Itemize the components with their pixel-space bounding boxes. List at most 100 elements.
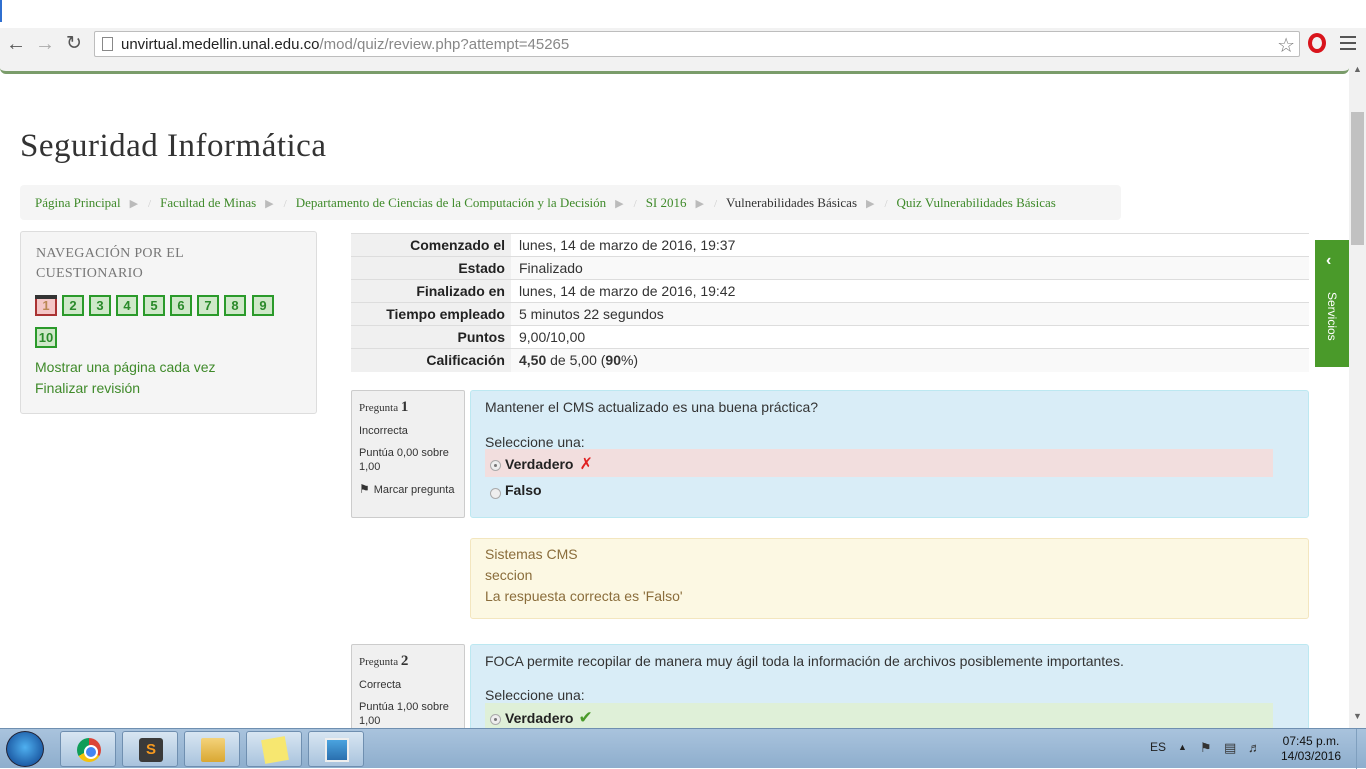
answer-option-false[interactable]: Falso — [485, 477, 1273, 505]
summary-row: Comenzado el lunes, 14 de marzo de 2016, … — [351, 233, 1309, 257]
summary-row: Puntos 9,00/10,00 — [351, 325, 1309, 349]
summary-label: Comenzado el — [351, 233, 511, 257]
question-text: FOCA permite recopilar de manera muy ági… — [485, 653, 1124, 669]
scroll-down-arrow-icon[interactable]: ▼ — [1353, 711, 1362, 721]
quiz-nav-button-4[interactable]: 4 — [116, 295, 138, 316]
breadcrumb-separator-icon: ▶ / — [866, 198, 888, 210]
flag-question-link[interactable]: ⚑ Marcar pregunta — [359, 482, 457, 497]
forward-arrow-icon[interactable]: → — [33, 32, 57, 56]
taskbar-paint[interactable] — [308, 731, 364, 767]
quiz-nav-button-3[interactable]: 3 — [89, 295, 111, 316]
reload-icon[interactable]: ↻ — [62, 32, 86, 56]
chrome-icon — [77, 738, 101, 762]
address-bar[interactable]: unvirtual.medellin.unal.edu.co/mod/quiz/… — [94, 31, 1300, 57]
back-arrow-icon[interactable]: ← — [4, 32, 28, 56]
window-edge — [0, 0, 2, 22]
finish-review-link[interactable]: Finalizar revisión — [35, 378, 216, 399]
hamburger-menu-icon[interactable] — [1340, 36, 1356, 52]
breadcrumb-home[interactable]: Página Principal — [35, 195, 121, 210]
network-icon[interactable]: ▤ — [1224, 741, 1238, 755]
start-button[interactable] — [6, 731, 44, 767]
answer-label: Verdadero — [505, 456, 574, 472]
taskbar-sticky-notes[interactable] — [246, 731, 302, 767]
scrollbar-thumb[interactable] — [1351, 112, 1364, 245]
question-prompt: Seleccione una: — [485, 687, 585, 703]
summary-label: Finalizado en — [351, 279, 511, 303]
page-icon — [102, 37, 113, 51]
language-indicator[interactable]: ES — [1150, 740, 1166, 754]
taskbar-explorer[interactable] — [184, 731, 240, 767]
url-path: /mod/quiz/review.php?attempt=45265 — [319, 36, 570, 53]
breadcrumb-quiz[interactable]: Quiz Vulnerabilidades Básicas — [897, 195, 1056, 210]
summary-value: Finalizado — [511, 256, 1309, 280]
windows-taskbar: ES ▲ ⚑ ▤ ♬ 07:45 p.m. 14/03/2016 — [0, 728, 1366, 769]
quiz-nav-button-2[interactable]: 2 — [62, 295, 84, 316]
breadcrumb-separator-icon: ▶ / — [129, 198, 152, 210]
breadcrumb-separator-icon: ▶ / — [265, 198, 287, 210]
url-text[interactable]: unvirtual.medellin.unal.edu.co/mod/quiz/… — [121, 36, 569, 53]
opera-extension-icon[interactable] — [1308, 33, 1326, 53]
servicios-side-tab[interactable]: ‹ Servicios — [1315, 240, 1349, 367]
breadcrumb-department[interactable]: Departamento de Ciencias de la Computaci… — [296, 195, 606, 210]
answer-label: Verdadero — [505, 710, 574, 726]
quiz-nav-button-10[interactable]: 10 — [35, 327, 57, 348]
question-state: Correcta — [359, 679, 402, 691]
url-domain: unvirtual.medellin.unal.edu.co — [121, 36, 320, 53]
grade-score: 4,50 — [519, 352, 547, 369]
page-scrollbar[interactable]: ▲ ▼ — [1349, 60, 1366, 728]
answer-option-true[interactable]: Verdadero ✔ — [485, 703, 1273, 728]
radio-button[interactable] — [490, 488, 501, 499]
show-desktop-button[interactable] — [1356, 729, 1366, 769]
question-1-content: Mantener el CMS actualizado es una buena… — [470, 390, 1309, 518]
quiz-nav-button-6[interactable]: 6 — [170, 295, 192, 316]
action-center-flag-icon[interactable]: ⚑ — [1200, 741, 1214, 755]
breadcrumb-course[interactable]: SI 2016 — [646, 195, 687, 210]
feedback-line: Sistemas CMS — [485, 546, 578, 562]
question-number: Pregunta 1 — [359, 399, 409, 415]
quiz-nav-button-5[interactable]: 5 — [143, 295, 165, 316]
summary-value: 5 minutos 22 segundos — [511, 302, 1309, 326]
radio-button[interactable] — [490, 714, 501, 725]
sublime-text-icon — [139, 738, 163, 762]
quiz-nav-button-7[interactable]: 7 — [197, 295, 219, 316]
bookmark-star-icon[interactable]: ☆ — [1277, 33, 1295, 58]
scroll-up-arrow-icon[interactable]: ▲ — [1353, 64, 1362, 74]
summary-row: Calificación 4,50 de 5,00 (90%) — [351, 348, 1309, 372]
web-page: Seguridad Informática Página Principal ▶ /… — [0, 60, 1349, 728]
grade-percent: 90 — [605, 352, 621, 369]
breadcrumb-faculty[interactable]: Facultad de Minas — [160, 195, 256, 210]
tray-expand-icon[interactable]: ▲ — [1178, 742, 1187, 752]
folder-icon — [201, 738, 225, 762]
breadcrumb-separator-icon: ▶ / — [695, 198, 718, 210]
servicios-label: Servicios — [1325, 292, 1339, 341]
question-1-feedback: Sistemas CMS seccion La respuesta correc… — [470, 538, 1309, 619]
question-1-info: Pregunta 1 Incorrecta Puntúa 0,00 sobre … — [351, 390, 465, 518]
taskbar-chrome[interactable] — [60, 731, 116, 767]
answer-label: Falso — [505, 482, 542, 498]
quiz-nav-links: Mostrar una página cada vez Finalizar re… — [35, 357, 216, 399]
quiz-nav-button-1[interactable]: 1 — [35, 295, 57, 316]
taskbar-sublime[interactable] — [122, 731, 178, 767]
summary-row: Estado Finalizado — [351, 256, 1309, 280]
radio-button[interactable] — [490, 460, 501, 471]
question-state: Incorrecta — [359, 425, 408, 437]
show-one-page-link[interactable]: Mostrar una página cada vez — [35, 357, 216, 378]
summary-label: Tiempo empleado — [351, 302, 511, 326]
summary-label: Puntos — [351, 325, 511, 349]
quiz-nav-button-9[interactable]: 9 — [252, 295, 274, 316]
volume-icon[interactable]: ♬ — [1248, 741, 1262, 755]
summary-label: Estado — [351, 256, 511, 280]
correct-check-icon: ✔ — [578, 708, 593, 727]
summary-row: Finalizado en lunes, 14 de marzo de 2016,… — [351, 279, 1309, 303]
summary-value: lunes, 14 de marzo de 2016, 19:42 — [511, 279, 1309, 303]
quiz-navigation-block: NAVEGACIÓN POR EL CUESTIONARIO 1 2 3 4 5… — [20, 231, 317, 414]
header-bar — [0, 60, 1349, 76]
breadcrumb: Página Principal ▶ / Facultad de Minas ▶ / Dep… — [20, 185, 1121, 220]
answer-option-true[interactable]: Verdadero ✗ — [485, 449, 1273, 477]
quiz-nav-button-8[interactable]: 8 — [224, 295, 246, 316]
system-clock[interactable]: 07:45 p.m. 14/03/2016 — [1276, 734, 1346, 764]
sticky-notes-icon — [261, 736, 289, 764]
course-title: Seguridad Informática — [20, 128, 327, 164]
question-grade: Puntúa 1,00 sobre 1,00 — [359, 701, 449, 727]
correct-answer-text: La respuesta correcta es 'Falso' — [485, 588, 683, 604]
